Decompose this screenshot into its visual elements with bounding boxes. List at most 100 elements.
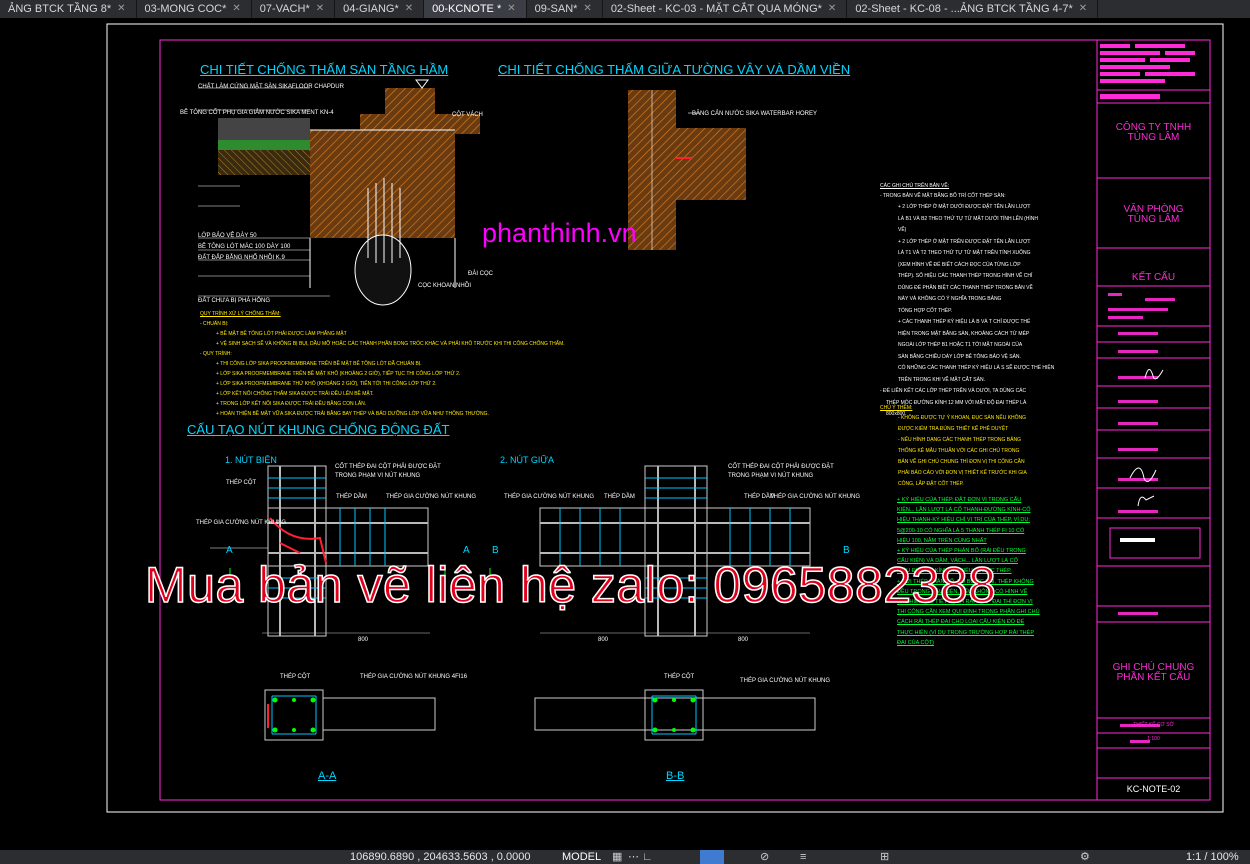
close-icon[interactable]: ✕ [316, 0, 324, 18]
tab-09-san[interactable]: 09-SAN* ✕ [527, 0, 603, 18]
annotation-pile-cap: ĐÀI CỌC [468, 271, 494, 277]
sheet-number: KC-NOTE-02 [1126, 784, 1181, 794]
office-name-2: TÙNG LÂM [1127, 214, 1180, 225]
watermark-contact: Mua bản vẽ liên hệ zalo: 0965882388 [144, 556, 997, 614]
tab-label: 00-KCNOTE * [432, 3, 502, 15]
tab-04-giang[interactable]: 04-GIANG* ✕ [335, 0, 425, 18]
rebar-note-line: + KÝ HIỆU CỦA THÉP, ĐẶT ĐƠN VỊ TRONG CẤU [897, 497, 1022, 503]
stamp-box [1109, 527, 1201, 559]
general-note-line: + 2 LỚP THÉP Ở MẶT DƯỚI ĐƯỢC ĐẶT TÊN LẦN… [898, 204, 1031, 210]
ortho-icon[interactable]: ∟ [642, 850, 653, 864]
osnap-icon[interactable]: ⊘ [760, 850, 769, 864]
section-bb-detail [534, 689, 816, 741]
annotation-blinding: BÊ TÔNG LÓT MÁC 100 DÀY 100 [198, 244, 291, 250]
rebar-note-line: CÁCH RẢI THÉP ĐAI CHO LOẠI CẤU KIỆN ĐÓ Đ… [897, 619, 1025, 626]
close-icon[interactable]: ✕ [117, 0, 125, 18]
procedure-heading: QUY TRÌNH XỬ LÝ CHỐNG THẤM: [200, 311, 281, 317]
section-marker-a-right: A [463, 545, 470, 556]
general-note-line: NGOÀI LỚP THÉP B1 HOẶC T1 TỚI MẶT NGOÀI … [898, 342, 1023, 348]
general-note-line: SÀN BẰNG CHIỀU DÀY LỚP BÊ TÔNG BẢO VỆ SÀ… [898, 353, 1021, 360]
dimension-800-a: 800 [358, 637, 369, 643]
annotation-stirrup-range-1: TRONG PHẠM VI NÚT KHUNG [335, 473, 421, 479]
attention-line: ĐƯỢC KIỂM TRA ĐÚNG THIẾT KẾ PHÊ DUYỆT [898, 426, 1009, 432]
section-marker-b-right: B [843, 545, 850, 556]
annotation-reinforcement-aa: THÉP GIA CƯỜNG NÚT KHUNG 4FI16 [360, 674, 468, 680]
tab-03-mong-coc[interactable]: 03-MONG COC* ✕ [137, 0, 252, 18]
procedure-line: + HOÀN THIỆN BỀ MẶT VỮA SIKA ĐƯỢC TRẢI B… [216, 411, 489, 417]
section-aa-detail [264, 689, 436, 741]
close-icon[interactable]: ✕ [232, 0, 240, 18]
tab-label: ẢNG BTCK TẦNG 8* [8, 3, 112, 15]
status-bar: 106890.6890 , 204633.5603 , 0.0000 MODEL… [0, 850, 1250, 864]
annotation-stirrups-2: CỐT THÉP ĐAI CỘT PHẢI ĐƯỢC ĐẶT [728, 464, 834, 470]
detail-title-wall: CHI TIẾT CHỐNG THẤM GIỮA TƯỜNG VÂY VÀ DẦ… [498, 62, 851, 77]
annotation-reinforcement-left: THÉP GIA CƯỜNG NÚT KHUNG [196, 520, 287, 526]
annotation-beam-rebar-3: THÉP DẦM [744, 494, 775, 500]
annotation-beam-rebar-1: THÉP DẦM [336, 494, 367, 500]
transparency-icon[interactable]: ⊞ [880, 850, 889, 864]
general-note-line: HIỆN TRONG MẶT BẰNG SÀN, KHOẢNG CÁCH TỪ … [898, 330, 1030, 337]
annotation-reinforcement-2: THÉP GIA CƯỜNG NÚT KHUNG [504, 494, 595, 500]
annotation-scale-icon[interactable]: ⚙ [1080, 850, 1090, 864]
tab-sheet-kc-03[interactable]: 02-Sheet - KC-03 - MẶT CẮT QUA MÓNG* ✕ [603, 0, 848, 18]
close-icon[interactable]: ✕ [583, 0, 591, 18]
rebar-note-line: KIỆN... LẦN LƯỢT LÀ CỐ THANH-ĐƯỜNG KÍNH-… [897, 507, 1031, 514]
annotation-floor-hardener: CHẤT LÀM CỨNG MẶT SÀN SIKAFLOOR CHAPDUR [198, 84, 344, 90]
tab-label: 03-MONG COC* [144, 3, 227, 15]
zoom-level[interactable]: 1:1 / 100% [1186, 850, 1239, 864]
tab-07-vach[interactable]: 07-VACH* ✕ [252, 0, 336, 18]
general-note-line: LÀ T1 VÀ T2 THEO THỨ TỰ TỪ MẶT TRÊN TÍNH… [898, 250, 1031, 256]
lineweight-icon[interactable]: ≡ [800, 850, 806, 864]
attention-line: BẢN VẼ GHI CHÚ CHUNG THÌ ĐƠN VỊ THI CÔNG… [898, 459, 1025, 465]
annotation-reinforcement-3: THÉP GIA CƯỜNG NÚT KHUNG [770, 494, 861, 500]
design-stage: THIẾT KẾ CƠ SỞ [1133, 722, 1174, 728]
annotation-beam-rebar-2: THÉP DẦM [604, 494, 635, 500]
rebar-note-line: THỰC HIỆN (VÍ DỤ TRONG TRƯỜNG HỢP RẢI TH… [897, 629, 1034, 636]
rebar-note-line: ĐAI CỦA CỘT) [897, 639, 934, 646]
grid-icon[interactable]: ▦ [612, 850, 622, 864]
node1-label: 1. NÚT BIÊN [225, 455, 277, 465]
close-icon[interactable]: ✕ [405, 0, 413, 18]
general-note-line: - TRONG BẢN VẼ MẶT BẰNG BỐ TRÍ CỐT THÉP … [880, 192, 1006, 199]
rebar-note-line: HIỆU THANH-KÝ HIỆU CHỈ VỊ TRÍ CỦA THÉP, … [897, 517, 1030, 524]
procedure-line: + LỚP SIKA PROOFMEMBRANE THỨ KHÔ (KHOẢNG… [216, 381, 437, 387]
section-aa-label: A-A [318, 770, 337, 782]
attention-notes: CHÚ Ý THÊM: - KHÔNG ĐƯỢC TỰ Ý KHOAN, ĐỤC… [880, 403, 1070, 490]
close-icon[interactable]: ✕ [828, 0, 836, 18]
tab-label: 02-Sheet - KC-03 - MẶT CẮT QUA MÓNG* [610, 3, 822, 15]
section-marker-b-left: B [492, 545, 499, 556]
attention-heading: CHÚ Ý THÊM: [880, 405, 913, 411]
general-note-line: THÉP). SỐ HIỆU CÁC THANH THÉP TRONG HÌNH… [898, 273, 1033, 279]
node2-label: 2. NÚT GIỮA [500, 455, 555, 465]
tab-00-kcnote[interactable]: 00-KCNOTE * ✕ [424, 0, 527, 18]
tab-label: 07-VACH* [259, 3, 310, 15]
watermark-site: phanthinh.vn [482, 218, 637, 248]
snap-icon[interactable]: ⋯ [628, 850, 639, 864]
general-note-line: TỔNG HỢP CỐT THÉP. [898, 307, 953, 314]
tab-btck-tang-8[interactable]: ẢNG BTCK TẦNG 8* ✕ [0, 0, 137, 18]
signature-3 [1137, 495, 1155, 507]
drawing-scale: 1:100 [1147, 736, 1160, 742]
section-marker-a-left: A [226, 545, 233, 556]
close-icon[interactable]: ✕ [1079, 0, 1087, 18]
model-space-toggle[interactable]: MODEL [562, 850, 601, 864]
close-icon[interactable]: ✕ [507, 0, 515, 18]
document-tab-bar: ẢNG BTCK TẦNG 8* ✕ 03-MONG COC* ✕ 07-VACH*… [0, 0, 1250, 18]
polar-tracking-icon[interactable] [700, 850, 724, 864]
tab-sheet-kc-08[interactable]: 02-Sheet - KC-08 - ...ẢNG BTCK TẦNG 4-7*… [847, 0, 1099, 18]
annotation-stirrups-1: CỐT THÉP ĐAI CỘT PHẢI ĐƯỢC ĐẶT [335, 464, 441, 470]
procedure-line: + VỆ SINH SẠCH SẼ VÀ KHÔNG BỊ BỤI, DẦU M… [216, 341, 565, 347]
tab-label: 02-Sheet - KC-08 - ...ẢNG BTCK TẦNG 4-7* [855, 3, 1073, 15]
attention-line: - KHÔNG ĐƯỢC TỰ Ý KHOAN, ĐỤC SÀN NẾU KHÔ… [898, 415, 1027, 421]
tab-label: 04-GIANG* [343, 3, 399, 15]
annotation-fill: ĐẤT ĐẮP BẰNG NHỔ NHỒI K.9 [198, 255, 285, 261]
attention-line: THỐNG KÊ MÂU THUẪN VỚI CÁC GHI CHÚ TRONG [898, 448, 1020, 454]
annotation-waterbar: BĂNG CẢN NƯỚC SIKA WATERBAR HOREY [692, 111, 817, 117]
drawing-canvas[interactable]: CHI TIẾT CHỐNG THẤM SÀN TẦNG HẦM CHI TIẾ… [0, 18, 1250, 850]
general-note-line: (XEM HÌNH VẼ ĐỂ BIẾT CÁCH ĐỌC CỦA TỪNG L… [898, 261, 1021, 268]
sheet-title-2: PHẦN KẾT CẤU [1116, 672, 1191, 683]
attention-line: PHẢI BÁO CÁO VỚI ĐƠN VỊ THIẾT KẾ TRƯỚC K… [898, 470, 1027, 476]
procedure-line: + LỚP SIKA PROOFMEMBRANE TRÊN BỀ MẶT KHÔ… [216, 371, 461, 377]
attention-line: - NẾU HÌNH DẠNG CÁC THANH THÉP TRONG BẢN… [898, 437, 1021, 443]
general-note-line: - ĐỂ LIÊN KẾT CÁC LỚP THÉP TRÊN VÀ DƯỚI,… [880, 388, 1027, 394]
